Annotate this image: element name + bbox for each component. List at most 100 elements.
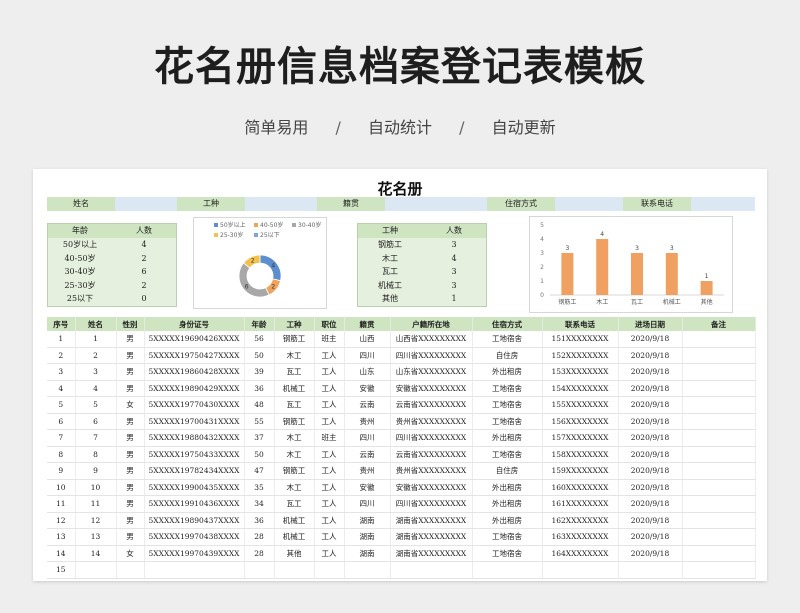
column-header[interactable]: 序号: [47, 317, 76, 331]
table-cell[interactable]: 贵州省XXXXXXXXX: [390, 413, 473, 430]
table-cell[interactable]: 153XXXXXXXX: [542, 363, 619, 381]
origin-field[interactable]: [385, 197, 487, 211]
table-cell[interactable]: 湖南省XXXXXXXXX: [390, 528, 473, 546]
table-cell[interactable]: 湖南: [344, 528, 391, 546]
table-row[interactable]: 6 6 男 5XXXXX19700431XXXX 55 钢筋工 工人 贵州 贵州省XXXXXXX…: [47, 413, 756, 430]
table-cell[interactable]: 158XXXXXXXX: [542, 446, 619, 463]
table-cell[interactable]: 钢筋工: [274, 331, 315, 348]
table-cell[interactable]: 贵州: [344, 413, 391, 430]
table-cell[interactable]: 15: [47, 561, 76, 579]
table-cell[interactable]: 瓦工: [274, 396, 315, 414]
table-cell[interactable]: 4: [47, 380, 76, 397]
phone-field[interactable]: [691, 197, 755, 211]
lodging-field[interactable]: [555, 197, 623, 211]
name-field[interactable]: [115, 197, 177, 211]
table-cell[interactable]: 5XXXXX19970439XXXX: [144, 545, 245, 562]
table-cell[interactable]: 5XXXXX19690426XXXX: [144, 331, 245, 348]
table-cell[interactable]: 四川省XXXXXXXXX: [390, 429, 473, 447]
table-cell[interactable]: 2020/9/18: [618, 331, 683, 348]
table-cell[interactable]: 36: [244, 380, 275, 397]
table-row[interactable]: 8 8 男 5XXXXX19750433XXXX 50 木工 工人 云南 云南省XXXXXXXX…: [47, 446, 756, 463]
table-cell[interactable]: 女: [116, 545, 145, 562]
table-cell[interactable]: 机械工: [274, 528, 315, 546]
table-cell[interactable]: [116, 561, 145, 579]
table-row[interactable]: 1 1 男 5XXXXX19690426XXXX 56 钢筋工 班主 山西 山西省XXXXXXX…: [47, 331, 756, 348]
table-cell[interactable]: 男: [116, 462, 145, 480]
table-cell[interactable]: 机械工: [274, 512, 315, 529]
table-cell[interactable]: 2020/9/18: [618, 363, 683, 381]
table-cell[interactable]: 山西: [344, 331, 391, 348]
table-cell[interactable]: 工人: [314, 446, 345, 463]
table-cell[interactable]: 37: [244, 429, 275, 447]
table-cell[interactable]: 156XXXXXXXX: [542, 413, 619, 430]
table-cell[interactable]: 木工: [274, 347, 315, 364]
table-cell[interactable]: 47: [244, 462, 275, 480]
table-cell[interactable]: 工人: [314, 413, 345, 430]
column-header[interactable]: 性别: [116, 317, 145, 331]
table-cell[interactable]: 山西省XXXXXXXXX: [390, 331, 473, 348]
table-cell[interactable]: 161XXXXXXXX: [542, 495, 619, 513]
table-cell[interactable]: [682, 479, 756, 496]
table-row[interactable]: 9 9 男 5XXXXX19782434XXXX 47 钢筋工 工人 贵州 贵州省XXXXXXX…: [47, 462, 756, 480]
table-cell[interactable]: 工地宿舍: [472, 331, 543, 348]
table-cell[interactable]: [682, 396, 756, 414]
table-cell[interactable]: 5: [75, 396, 117, 414]
table-cell[interactable]: 5XXXXX19860428XXXX: [144, 363, 245, 381]
table-cell[interactable]: 5XXXXX19910436XXXX: [144, 495, 245, 513]
table-cell[interactable]: 外出租房: [472, 363, 543, 381]
table-cell[interactable]: [682, 446, 756, 463]
table-cell[interactable]: 8: [47, 446, 76, 463]
table-cell[interactable]: 自住房: [472, 347, 543, 364]
table-cell[interactable]: 男: [116, 446, 145, 463]
table-cell[interactable]: [390, 561, 473, 579]
table-row[interactable]: 15: [47, 561, 756, 579]
table-cell[interactable]: 工人: [314, 528, 345, 546]
table-row[interactable]: 4 4 男 5XXXXX19890429XXXX 36 机械工 工人 安徽 安徽省XXXXXXX…: [47, 380, 756, 397]
table-cell[interactable]: 其他: [274, 545, 315, 562]
table-cell[interactable]: [274, 561, 315, 579]
table-row[interactable]: 7 7 男 5XXXXX19880432XXXX 37 木工 班主 四川 四川省XXXXXXXX…: [47, 429, 756, 447]
table-cell[interactable]: 贵州省XXXXXXXXX: [390, 462, 473, 480]
table-cell[interactable]: 12: [75, 512, 117, 529]
job-field[interactable]: [245, 197, 317, 211]
table-cell[interactable]: 2020/9/18: [618, 413, 683, 430]
table-cell[interactable]: 5XXXXX19890429XXXX: [144, 380, 245, 397]
table-cell[interactable]: 外出租房: [472, 512, 543, 529]
table-cell[interactable]: 班主: [314, 429, 345, 447]
table-cell[interactable]: 湖南: [344, 512, 391, 529]
table-cell[interactable]: 工地宿舍: [472, 396, 543, 414]
table-cell[interactable]: 安徽省XXXXXXXXX: [390, 380, 473, 397]
table-cell[interactable]: [314, 561, 345, 579]
table-cell[interactable]: 班主: [314, 331, 345, 348]
table-cell[interactable]: 5XXXXX19970438XXXX: [144, 528, 245, 546]
table-cell[interactable]: [75, 561, 117, 579]
table-cell[interactable]: [682, 561, 756, 579]
table-cell[interactable]: 28: [244, 528, 275, 546]
table-cell[interactable]: 5XXXXX19700431XXXX: [144, 413, 245, 430]
table-cell[interactable]: 11: [47, 495, 76, 513]
table-cell[interactable]: 2020/9/18: [618, 462, 683, 480]
table-cell[interactable]: 男: [116, 331, 145, 348]
table-row[interactable]: 2 2 男 5XXXXX19750427XXXX 50 木工 工人 四川 四川省XXXXXXXX…: [47, 347, 756, 364]
table-cell[interactable]: 外出租房: [472, 495, 543, 513]
column-header[interactable]: 年龄: [244, 317, 275, 331]
table-cell[interactable]: 1: [75, 331, 117, 348]
table-cell[interactable]: 159XXXXXXXX: [542, 462, 619, 480]
table-cell[interactable]: 云南: [344, 396, 391, 414]
table-cell[interactable]: 3: [47, 363, 76, 381]
table-cell[interactable]: [682, 545, 756, 562]
table-cell[interactable]: 工地宿舍: [472, 380, 543, 397]
table-cell[interactable]: 2020/9/18: [618, 347, 683, 364]
table-cell[interactable]: 11: [75, 495, 117, 513]
table-row[interactable]: 14 14 女 5XXXXX19970439XXXX 28 其他 工人 湖南 湖南省XXXXXX…: [47, 545, 756, 562]
table-cell[interactable]: 2: [47, 347, 76, 364]
table-cell[interactable]: 四川省XXXXXXXXX: [390, 347, 473, 364]
table-cell[interactable]: 工人: [314, 545, 345, 562]
table-cell[interactable]: 四川: [344, 347, 391, 364]
table-cell[interactable]: 5XXXXX19900435XXXX: [144, 479, 245, 496]
table-cell[interactable]: 151XXXXXXXX: [542, 331, 619, 348]
table-cell[interactable]: [682, 512, 756, 529]
table-cell[interactable]: 男: [116, 479, 145, 496]
table-cell[interactable]: 男: [116, 429, 145, 447]
table-cell[interactable]: 工人: [314, 396, 345, 414]
